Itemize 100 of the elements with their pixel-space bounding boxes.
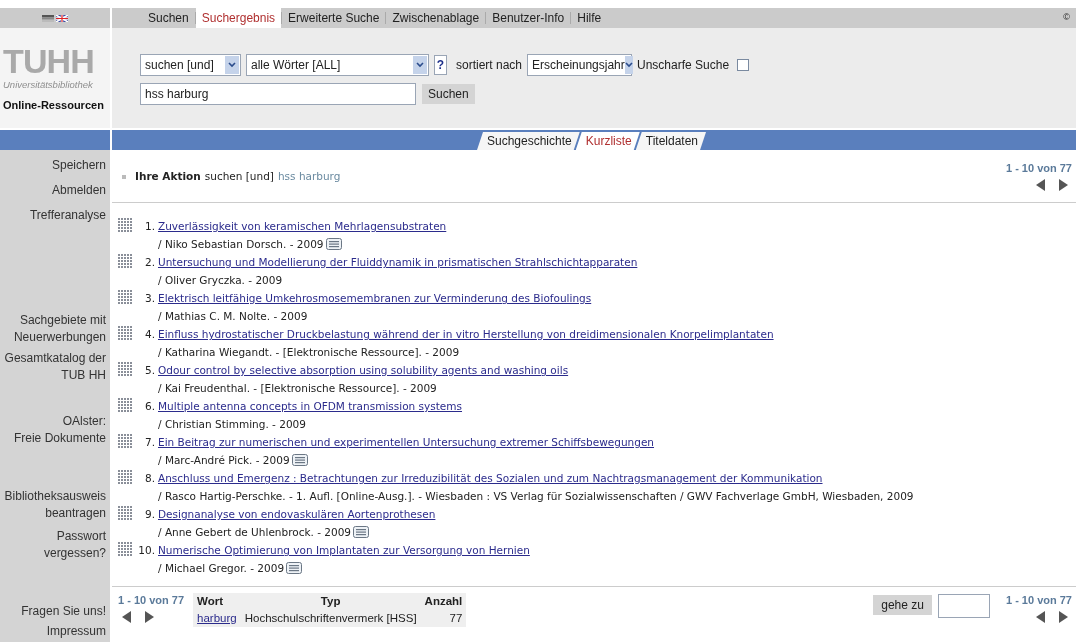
logo-subtitle: Universitätsbibliothek xyxy=(3,79,93,91)
previous-page-icon[interactable] xyxy=(122,611,131,623)
fuzzy-search-checkbox[interactable] xyxy=(737,59,750,71)
copyright-sign[interactable]: © xyxy=(1063,11,1070,25)
page-range: 1 - 10 von 77 xyxy=(1005,161,1072,175)
result-byline: / Kai Freudenthal. - [Elektronische Ressource]. - 2009 xyxy=(158,381,437,396)
sidebar-link[interactable]: Bibliotheksausweis beantragen xyxy=(4,488,106,522)
action-operator: suchen [und] xyxy=(204,169,274,184)
result-number: 5. xyxy=(143,363,155,378)
chevron-down-icon xyxy=(624,56,633,74)
result-title-link[interactable]: Untersuchung und Modellierung der Fluiddynamik in prismatischen Strahlschichtapparaten xyxy=(158,253,638,271)
result-title-link[interactable]: Zuverlässigkeit von keramischen Mehrlagensubstraten xyxy=(158,217,447,235)
sidebar-link[interactable]: Fragen Sie uns! xyxy=(21,603,106,620)
result-number: 10. xyxy=(137,543,155,558)
result-title-link[interactable]: Einfluss hydrostatischer Druckbelastung während der in vitro Herstellung von dreidimensionalen Knorpelimplantaten xyxy=(158,325,774,343)
record-icon[interactable] xyxy=(118,326,132,342)
document-icon[interactable] xyxy=(286,562,303,574)
record-icon[interactable] xyxy=(118,398,132,414)
page-number-field[interactable] xyxy=(937,594,990,618)
result-number: 7. xyxy=(143,435,155,450)
flag-icon[interactable] xyxy=(42,14,54,22)
nav-tab[interactable]: Hilfe xyxy=(571,8,608,28)
result-title-link[interactable]: Anschluss und Emergenz : Betrachtungen zur Irreduzibilität des Sozialen und zum Nachtragsmanagement der Kommunikation xyxy=(158,469,914,487)
nav-tab[interactable]: Suchen xyxy=(142,8,195,28)
sidebar-link[interactable]: OAlster: Freie Dokumente xyxy=(13,413,106,447)
fuzzy-search-label: Unscharfe Suche xyxy=(637,57,730,74)
record-icon[interactable] xyxy=(118,254,132,270)
nav-tab[interactable]: Benutzer-Info xyxy=(486,8,571,28)
result-number: 3. xyxy=(143,291,155,306)
flag-icon[interactable] xyxy=(56,14,68,22)
action-label: Ihre Aktion xyxy=(135,169,201,184)
result-number: 1. xyxy=(143,219,155,234)
view-tab[interactable]: Kurzliste xyxy=(575,132,640,150)
next-page-icon[interactable] xyxy=(1059,179,1068,191)
table-cell: Hochschulschriftenvermerk [HSS] xyxy=(240,610,421,627)
sidebar-link[interactable]: Gesamtkatalog der TUB HH xyxy=(4,350,106,384)
previous-page-icon[interactable] xyxy=(1036,611,1045,623)
document-icon[interactable] xyxy=(353,526,370,538)
record-icon[interactable] xyxy=(118,290,132,306)
operator-select[interactable]: suchen [und] xyxy=(140,54,241,76)
result-byline: / Mathias C. M. Nolte. - 2009 xyxy=(158,309,308,324)
chevron-down-icon xyxy=(413,56,427,74)
result-number: 4. xyxy=(143,327,155,342)
result-byline: / Michael Gregor. - 2009 xyxy=(158,561,285,576)
result-byline: / Anne Gebert de Uhlenbrock. - 2009 xyxy=(158,525,352,540)
sidebar-link[interactable]: Speichern xyxy=(51,157,106,174)
view-tab[interactable]: Suchgeschichte xyxy=(477,132,580,150)
record-icon[interactable] xyxy=(118,542,132,558)
search-button[interactable]: Suchen xyxy=(422,84,475,104)
field-select[interactable]: alle Wörter [ALL] xyxy=(246,54,429,76)
bullet-icon xyxy=(122,174,126,179)
result-title-link[interactable]: Elektrisch leitfähige Umkehrosmosemembranen zur Verminderung des Biofoulings xyxy=(158,289,592,307)
record-icon[interactable] xyxy=(118,362,132,378)
view-tab[interactable]: Titeldaten xyxy=(635,132,706,150)
result-number: 2. xyxy=(143,255,155,270)
site-name: Online-Ressourcen xyxy=(3,98,104,113)
result-byline: / Marc-André Pick. - 2009 xyxy=(158,453,290,468)
result-title-link[interactable]: Designanalyse von endovaskulären Aortenprothesen xyxy=(158,505,436,523)
sort-select[interactable]: Erscheinungsjahr xyxy=(527,54,633,76)
sidebar-link[interactable]: Abmelden xyxy=(51,182,106,199)
result-title-link[interactable]: Multiple antenna concepts in OFDM transmission systems xyxy=(158,397,462,415)
result-byline: / Oliver Gryczka. - 2009 xyxy=(158,273,283,288)
column-header: Wort xyxy=(193,593,241,610)
document-icon[interactable] xyxy=(291,454,308,466)
result-number: 8. xyxy=(143,471,155,486)
table-cell: 77 xyxy=(420,610,467,627)
next-page-icon[interactable] xyxy=(145,611,154,623)
nav-tab[interactable]: Zwischenablage xyxy=(386,8,486,28)
result-title-link[interactable]: Odour control by selective absorption using solubility agents and washing oils xyxy=(158,361,569,379)
action-query[interactable]: hss harburg xyxy=(277,169,341,185)
result-title-link[interactable]: Ein Beitrag zur numerischen und experimentellen Untersuchung extremer Schiffsbewegungen xyxy=(158,433,654,451)
nav-tab[interactable]: Suchergebnis xyxy=(195,8,282,28)
next-page-icon[interactable] xyxy=(1059,611,1068,623)
page-range: 1 - 10 von 77 xyxy=(1005,593,1072,607)
term-link[interactable]: harburg xyxy=(197,612,237,624)
result-number: 6. xyxy=(143,399,155,414)
result-number: 9. xyxy=(143,507,155,522)
result-byline: / Katharina Wiegandt. - [Elektronische Ressource]. - 2009 xyxy=(158,345,460,360)
record-icon[interactable] xyxy=(118,506,132,522)
record-icon[interactable] xyxy=(118,470,132,486)
chevron-down-icon xyxy=(225,56,239,74)
sidebar-link[interactable]: Trefferanalyse xyxy=(29,207,106,224)
record-icon[interactable] xyxy=(118,434,132,450)
help-button[interactable]: ? xyxy=(434,55,447,75)
sidebar-link[interactable]: Impressum xyxy=(46,623,106,640)
sidebar-link[interactable]: Sachgebiete mit Neuerwerbungen xyxy=(13,312,106,346)
result-byline: / Niko Sebastian Dorsch. - 2009 xyxy=(158,237,324,252)
logo-wordmark: TUHH xyxy=(3,43,95,79)
result-title-link[interactable]: Numerische Optimierung von Implantaten zur Versorgung von Hernien xyxy=(158,541,530,559)
document-icon[interactable] xyxy=(325,238,342,250)
sidebar-link[interactable]: Passwort vergessen? xyxy=(43,528,106,562)
column-header: Typ xyxy=(240,593,421,610)
result-byline: / Rasco Hartig-Perschke. - 1. Aufl. [Online-Ausg.]. - Wiesbaden : VS Verlag für Sozialwissenschaften / GWV Fachverlage GmbH, Wiesbaden, 2009 xyxy=(158,489,914,504)
result-byline: / Christian Stimming. - 2009 xyxy=(158,417,306,432)
goto-button[interactable]: gehe zu xyxy=(873,595,932,615)
record-icon[interactable] xyxy=(118,218,132,234)
search-field[interactable]: hss harburg xyxy=(140,83,416,105)
previous-page-icon[interactable] xyxy=(1036,179,1045,191)
nav-tab[interactable]: Erweiterte Suche xyxy=(282,8,386,28)
sort-label: sortiert nach xyxy=(456,57,523,74)
